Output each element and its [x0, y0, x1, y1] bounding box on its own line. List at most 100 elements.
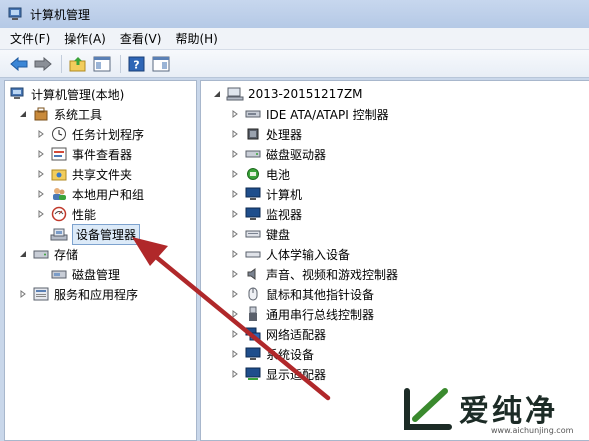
- tree-node-computer-management[interactable]: 计算机管理(本地): [9, 84, 124, 104]
- device-category-label: 磁盘驱动器: [266, 147, 327, 162]
- collapsed-arrow-icon[interactable]: [35, 188, 47, 200]
- disk-drive-icon: [244, 146, 262, 162]
- device-category-computer[interactable]: 计算机: [229, 184, 302, 204]
- title-bar: 计算机管理: [0, 0, 589, 28]
- tree-label: 任务计划程序: [72, 127, 145, 142]
- back-icon: [10, 56, 28, 71]
- menu-action[interactable]: 操作(A): [64, 30, 106, 47]
- device-category-label: 声音、视频和游戏控制器: [266, 267, 399, 282]
- device-category-label: 网络适配器: [266, 327, 327, 342]
- tree-label: 存储: [54, 247, 79, 262]
- tree-label: 事件查看器: [72, 147, 133, 162]
- tree-label: 共享文件夹: [72, 167, 133, 182]
- tree-label-selected: 设备管理器: [72, 223, 141, 245]
- device-tree-root[interactable]: 2013-20151217ZM: [211, 84, 363, 104]
- menu-help[interactable]: 帮助(H): [175, 30, 217, 47]
- device-category-usb[interactable]: 通用串行总线控制器: [229, 304, 374, 324]
- help-button[interactable]: ?: [126, 53, 148, 75]
- tree-node-disk-management[interactable]: 磁盘管理: [50, 264, 120, 284]
- device-category-label: 监视器: [266, 207, 303, 222]
- collapsed-arrow-icon[interactable]: [229, 228, 241, 240]
- device-category-keyboards[interactable]: 键盘: [229, 224, 290, 244]
- collapsed-arrow-icon[interactable]: [229, 208, 241, 220]
- device-category-label: IDE ATA/ATAPI 控制器: [266, 107, 389, 122]
- device-category-label: 计算机: [266, 187, 303, 202]
- back-button[interactable]: [8, 53, 30, 75]
- shared-folder-icon: [50, 166, 68, 182]
- menu-file[interactable]: 文件(F): [10, 30, 50, 47]
- properties-icon: [152, 56, 170, 71]
- watermark-logo-icon: [404, 388, 452, 430]
- tree-node-services-applications[interactable]: 服务和应用程序: [17, 284, 138, 304]
- show-hide-console-tree-button[interactable]: [91, 53, 113, 75]
- device-category-battery[interactable]: 电池: [229, 164, 290, 184]
- tree-node-local-users-groups[interactable]: 本地用户和组: [35, 184, 144, 204]
- network-adapter-icon: [244, 326, 262, 342]
- device-category-system[interactable]: 系统设备: [229, 344, 314, 364]
- collapsed-arrow-icon[interactable]: [229, 128, 241, 140]
- help-icon: ?: [128, 56, 145, 71]
- device-category-monitors[interactable]: 监视器: [229, 204, 302, 224]
- collapsed-arrow-icon[interactable]: [35, 128, 47, 140]
- device-category-ide[interactable]: IDE ATA/ATAPI 控制器: [229, 104, 389, 124]
- tree-node-performance[interactable]: 性能: [35, 204, 96, 224]
- menu-view[interactable]: 查看(V): [120, 30, 162, 47]
- collapsed-arrow-icon[interactable]: [229, 248, 241, 260]
- toolbar: ?: [0, 50, 589, 78]
- collapsed-arrow-icon[interactable]: [229, 268, 241, 280]
- storage-icon: [32, 246, 50, 262]
- collapsed-arrow-icon[interactable]: [229, 168, 241, 180]
- collapsed-arrow-icon[interactable]: [229, 308, 241, 320]
- device-category-label: 鼠标和其他指针设备: [266, 287, 375, 302]
- disk-management-icon: [50, 266, 68, 282]
- collapsed-arrow-icon[interactable]: [229, 148, 241, 160]
- forward-icon: [34, 56, 52, 71]
- properties-button[interactable]: [150, 53, 172, 75]
- collapsed-arrow-icon[interactable]: [17, 288, 29, 300]
- collapsed-arrow-icon[interactable]: [35, 208, 47, 220]
- device-category-disk-drives[interactable]: 磁盘驱动器: [229, 144, 326, 164]
- tree-node-shared-folders[interactable]: 共享文件夹: [35, 164, 132, 184]
- device-category-sound[interactable]: 声音、视频和游戏控制器: [229, 264, 398, 284]
- tree-node-event-viewer[interactable]: 事件查看器: [35, 144, 132, 164]
- collapsed-arrow-icon[interactable]: [229, 368, 241, 380]
- tree-node-storage[interactable]: 存储: [17, 244, 78, 264]
- computer-icon: [226, 86, 244, 102]
- device-category-display[interactable]: 显示适配器: [229, 364, 326, 384]
- collapsed-arrow-icon[interactable]: [229, 328, 241, 340]
- device-category-hid[interactable]: 人体学输入设备: [229, 244, 350, 264]
- device-category-label: 通用串行总线控制器: [266, 307, 375, 322]
- tree-node-device-manager[interactable]: 设备管理器: [50, 223, 141, 245]
- expanded-arrow-icon[interactable]: [17, 108, 29, 120]
- show-hide-tree-icon: [93, 56, 111, 71]
- computer-icon: [244, 186, 262, 202]
- tree-label: 服务和应用程序: [54, 287, 139, 302]
- device-category-processor[interactable]: 处理器: [229, 124, 302, 144]
- tree-node-task-scheduler[interactable]: 任务计划程序: [35, 124, 144, 144]
- up-one-level-button[interactable]: [67, 53, 89, 75]
- expanded-arrow-icon[interactable]: [17, 248, 29, 260]
- tree-label: 本地用户和组: [72, 187, 145, 202]
- collapsed-arrow-icon[interactable]: [35, 168, 47, 180]
- collapsed-arrow-icon[interactable]: [229, 348, 241, 360]
- device-category-mice[interactable]: 鼠标和其他指针设备: [229, 284, 374, 304]
- device-category-label: 键盘: [266, 227, 291, 242]
- tree-label: 计算机管理(本地): [31, 87, 125, 102]
- collapsed-arrow-icon[interactable]: [229, 108, 241, 120]
- console-tree-pane[interactable]: 计算机管理(本地) 系统工具 任务计划程序 事件查看器 共享文件夹 本地用户和组…: [4, 80, 197, 441]
- event-viewer-icon: [50, 146, 68, 162]
- toolbar-separator: [120, 54, 121, 73]
- ide-controller-icon: [244, 106, 262, 122]
- collapsed-arrow-icon[interactable]: [229, 188, 241, 200]
- device-category-network[interactable]: 网络适配器: [229, 324, 326, 344]
- computer-management-icon: [9, 86, 27, 102]
- collapsed-arrow-icon[interactable]: [35, 148, 47, 160]
- forward-button[interactable]: [32, 53, 54, 75]
- tree-node-system-tools[interactable]: 系统工具: [17, 104, 102, 124]
- hid-icon: [244, 246, 262, 262]
- expanded-arrow-icon[interactable]: [211, 88, 223, 100]
- device-manager-icon: [50, 226, 68, 242]
- watermark-url: www.aichunjing.com: [491, 426, 574, 435]
- collapsed-arrow-icon[interactable]: [229, 288, 241, 300]
- performance-icon: [50, 206, 68, 222]
